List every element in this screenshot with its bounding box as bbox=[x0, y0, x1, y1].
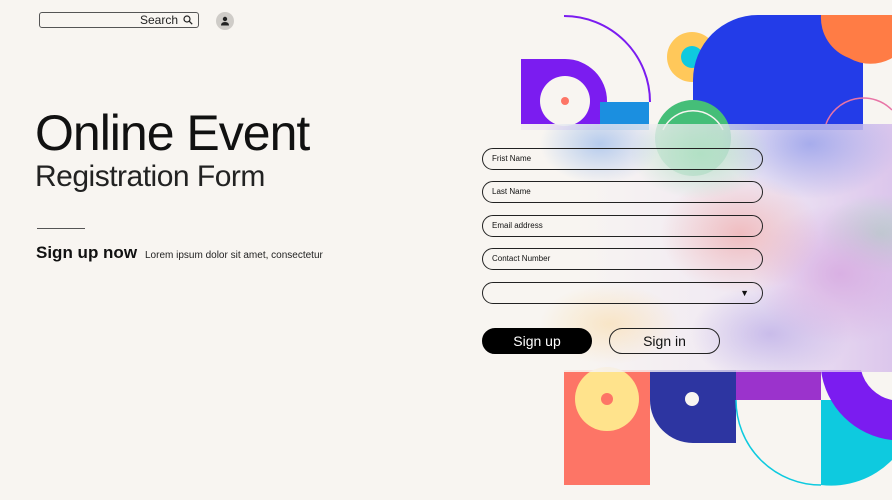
first-name-field[interactable] bbox=[482, 148, 763, 170]
magenta-bar bbox=[736, 370, 821, 400]
chevron-down-icon[interactable]: ▼ bbox=[740, 288, 749, 298]
email-input[interactable] bbox=[492, 216, 747, 235]
coral-center-dot bbox=[601, 393, 613, 405]
dropdown-select[interactable]: ▼ bbox=[482, 282, 763, 304]
navy-d-shape bbox=[650, 370, 736, 443]
last-name-input[interactable] bbox=[492, 182, 747, 201]
sign-up-button[interactable]: Sign up bbox=[482, 328, 592, 354]
last-name-field[interactable] bbox=[482, 181, 763, 203]
white-dot bbox=[685, 392, 699, 406]
coral-dot bbox=[561, 97, 569, 105]
first-name-input[interactable] bbox=[492, 149, 747, 168]
contact-number-field[interactable] bbox=[482, 248, 763, 270]
sign-in-button[interactable]: Sign in bbox=[609, 328, 720, 354]
contact-number-input[interactable] bbox=[492, 249, 747, 268]
cyan-arc-line bbox=[735, 399, 822, 486]
email-field[interactable] bbox=[482, 215, 763, 237]
